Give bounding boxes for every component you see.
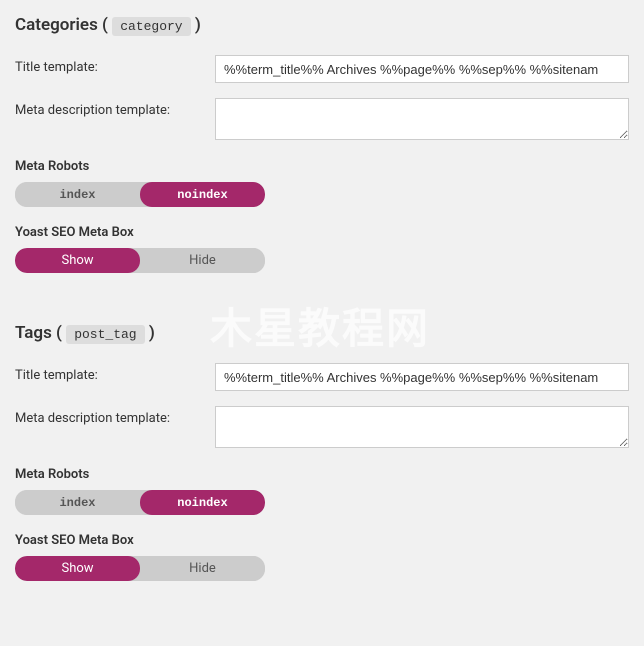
tags-meta-robots-group: Meta Robots index noindex	[15, 467, 629, 515]
categories-yoast-box-label: Yoast SEO Meta Box	[15, 225, 629, 240]
categories-meta-robots-group: Meta Robots index noindex	[15, 159, 629, 207]
tags-meta-desc-input[interactable]	[215, 406, 629, 448]
tags-slug: post_tag	[66, 325, 144, 344]
tags-meta-desc-row: Meta description template:	[15, 406, 629, 452]
categories-title-template-row: Title template:	[15, 55, 629, 83]
categories-title-template-wrapper	[215, 55, 629, 83]
tags-yoast-box-label: Yoast SEO Meta Box	[15, 533, 629, 548]
tags-meta-robots-toggle: index noindex	[15, 490, 265, 515]
tags-title: Tags	[15, 323, 52, 343]
tags-title-template-row: Title template:	[15, 363, 629, 391]
tags-meta-robots-label: Meta Robots	[15, 467, 629, 482]
categories-yoast-box-group: Yoast SEO Meta Box Show Hide	[15, 225, 629, 273]
categories-meta-desc-input[interactable]	[215, 98, 629, 140]
tags-section: Tags ( post_tag ) Title template: Meta d…	[15, 323, 629, 581]
categories-meta-robots-label: Meta Robots	[15, 159, 629, 174]
tags-title-template-wrapper	[215, 363, 629, 391]
categories-title-template-label: Title template:	[15, 55, 215, 75]
tags-meta-desc-label: Meta description template:	[15, 406, 215, 426]
tags-hide-button[interactable]: Hide	[140, 556, 265, 581]
categories-title-template-input[interactable]	[215, 55, 629, 83]
categories-noindex-button[interactable]: noindex	[140, 182, 265, 207]
categories-slug: category	[112, 17, 190, 36]
tags-title-template-input[interactable]	[215, 363, 629, 391]
categories-meta-desc-wrapper	[215, 98, 629, 144]
categories-yoast-box-toggle: Show Hide	[15, 248, 265, 273]
categories-index-button[interactable]: index	[15, 182, 140, 207]
tags-title-template-label: Title template:	[15, 363, 215, 383]
tags-yoast-box-group: Yoast SEO Meta Box Show Hide	[15, 533, 629, 581]
categories-section: Categories ( category ) Title template: …	[15, 15, 629, 273]
categories-hide-button[interactable]: Hide	[140, 248, 265, 273]
tags-yoast-box-toggle: Show Hide	[15, 556, 265, 581]
categories-header: Categories ( category )	[15, 15, 629, 35]
categories-show-button[interactable]: Show	[15, 248, 140, 273]
categories-meta-robots-toggle: index noindex	[15, 182, 265, 207]
categories-meta-desc-label: Meta description template:	[15, 98, 215, 118]
tags-noindex-button[interactable]: noindex	[140, 490, 265, 515]
categories-title: Categories	[15, 15, 98, 35]
categories-meta-desc-row: Meta description template:	[15, 98, 629, 144]
tags-meta-desc-wrapper	[215, 406, 629, 452]
tags-index-button[interactable]: index	[15, 490, 140, 515]
tags-show-button[interactable]: Show	[15, 556, 140, 581]
tags-header: Tags ( post_tag )	[15, 323, 629, 343]
